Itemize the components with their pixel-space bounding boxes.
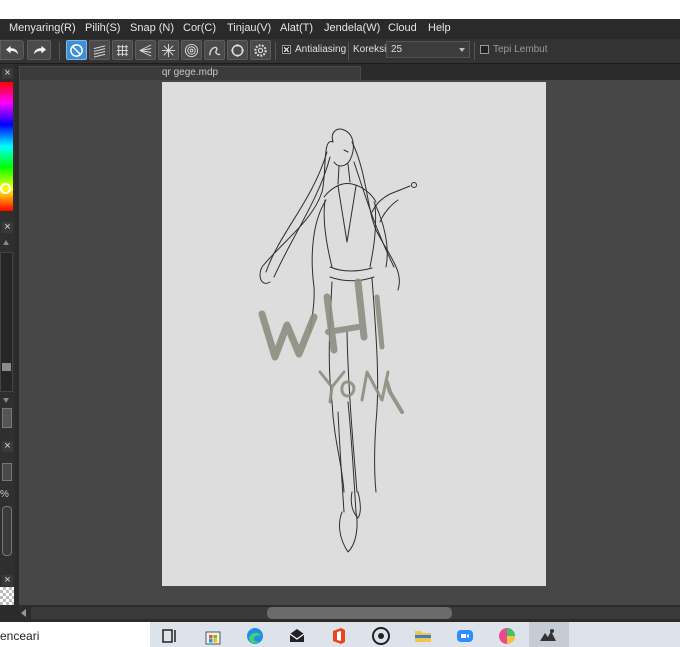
mail-icon[interactable]	[287, 626, 307, 646]
sketch-drawing	[258, 128, 417, 553]
close-icon[interactable]: ×	[2, 575, 13, 586]
edge-browser-icon[interactable]	[245, 626, 265, 646]
chevron-down-icon	[459, 48, 465, 52]
brush-size-slider[interactable]	[0, 252, 13, 392]
scrollbar-thumb[interactable]	[267, 607, 452, 619]
ellipse-snap-button[interactable]	[227, 40, 248, 60]
settings-icon	[254, 43, 267, 57]
media-player-icon[interactable]	[371, 626, 391, 646]
close-icon[interactable]: ×	[2, 222, 13, 233]
menu-help[interactable]: Help	[428, 22, 451, 34]
menu-tools[interactable]: Alat(T)	[280, 22, 313, 34]
canvas-area[interactable]	[19, 80, 680, 605]
horizontal-scrollbar[interactable]	[19, 605, 680, 621]
no-snap-button[interactable]	[66, 40, 87, 60]
document-tab-strip: qr gege.mdp	[19, 64, 680, 80]
menu-bar: Menyaring(R) Pilih(S) Snap (N) Cor(C) Ti…	[0, 19, 680, 39]
vanishing-point-snap-button[interactable]	[135, 40, 156, 60]
menu-color[interactable]: Cor(C)	[183, 22, 216, 34]
concentric-circles-icon	[184, 43, 199, 57]
concentric-snap-button[interactable]	[181, 40, 202, 60]
correction-value: 25	[391, 44, 403, 55]
opacity-preview	[2, 463, 12, 481]
scroll-down-icon[interactable]	[3, 398, 9, 403]
radial-snap-button[interactable]	[158, 40, 179, 60]
menu-snap[interactable]: Snap (N)	[130, 22, 174, 34]
menu-filter[interactable]: Menyaring(R)	[9, 22, 76, 34]
snap-toolbar: Antialiasing Koreksi 25 Tepi Lembut	[0, 39, 680, 64]
toolbar-separator	[59, 42, 60, 60]
file-explorer-icon[interactable]	[413, 626, 433, 646]
antialiasing-checkbox[interactable]	[282, 45, 291, 54]
taskbar: enceari	[0, 622, 680, 647]
parallel-lines-icon	[93, 44, 106, 58]
percent-label: %	[0, 489, 9, 500]
curve-icon	[209, 46, 221, 55]
office-icon[interactable]	[329, 626, 349, 646]
scroll-up-icon[interactable]	[3, 240, 9, 245]
redo-icon	[33, 45, 46, 54]
task-view-icon[interactable]	[160, 626, 180, 646]
menu-view[interactable]: Tinjau(V)	[227, 22, 271, 34]
undo-icon	[5, 45, 18, 54]
curve-snap-button[interactable]	[204, 40, 225, 60]
opacity-slider[interactable]	[2, 506, 12, 556]
parallel-snap-button[interactable]	[89, 40, 110, 60]
zoom-icon[interactable]	[455, 626, 475, 646]
snap-settings-button[interactable]	[250, 40, 271, 60]
grid-icon	[116, 44, 129, 56]
toolbar-separator	[275, 42, 276, 60]
correction-label: Koreksi	[353, 44, 387, 55]
taskbar-search-box[interactable]: enceari	[0, 622, 150, 647]
brush-preview[interactable]	[0, 587, 14, 605]
correction-select[interactable]: 25	[386, 41, 470, 58]
soft-edge-label: Tepi Lembut	[493, 44, 548, 55]
paint-app-icon[interactable]	[497, 626, 517, 646]
medibang-paint-icon[interactable]	[538, 626, 558, 646]
document-tab[interactable]: qr gege.mdp	[19, 66, 361, 80]
toolbar-separator	[348, 42, 349, 60]
antialiasing-label: Antialiasing	[295, 44, 347, 55]
toolbar-separator	[474, 42, 475, 60]
scrollbar-track[interactable]	[31, 607, 680, 619]
soft-edge-checkbox[interactable]	[480, 45, 489, 54]
grid-snap-button[interactable]	[112, 40, 133, 60]
slider-thumb[interactable]	[2, 363, 11, 371]
size-preview	[2, 408, 12, 428]
menu-cloud[interactable]: Cloud	[388, 22, 417, 34]
radial-lines-icon	[161, 43, 176, 57]
paper-canvas[interactable]	[162, 82, 546, 586]
hue-knob[interactable]	[0, 183, 11, 194]
vanishing-point-icon	[139, 43, 152, 57]
app-window: Menyaring(R) Pilih(S) Snap (N) Cor(C) Ti…	[0, 19, 680, 641]
close-icon[interactable]: ×	[2, 68, 13, 79]
close-icon[interactable]: ×	[2, 441, 13, 452]
no-snap-icon	[70, 43, 83, 57]
search-text: enceari	[0, 629, 40, 643]
scroll-left-icon[interactable]	[21, 609, 26, 617]
menu-window[interactable]: Jendela(W)	[324, 22, 380, 34]
store-icon[interactable]	[203, 626, 223, 646]
menu-select[interactable]: Pilih(S)	[85, 22, 120, 34]
left-panel: × × × % ×	[0, 64, 15, 605]
undo-button[interactable]	[0, 40, 24, 60]
redo-button[interactable]	[27, 40, 51, 60]
ellipse-icon	[231, 43, 244, 57]
